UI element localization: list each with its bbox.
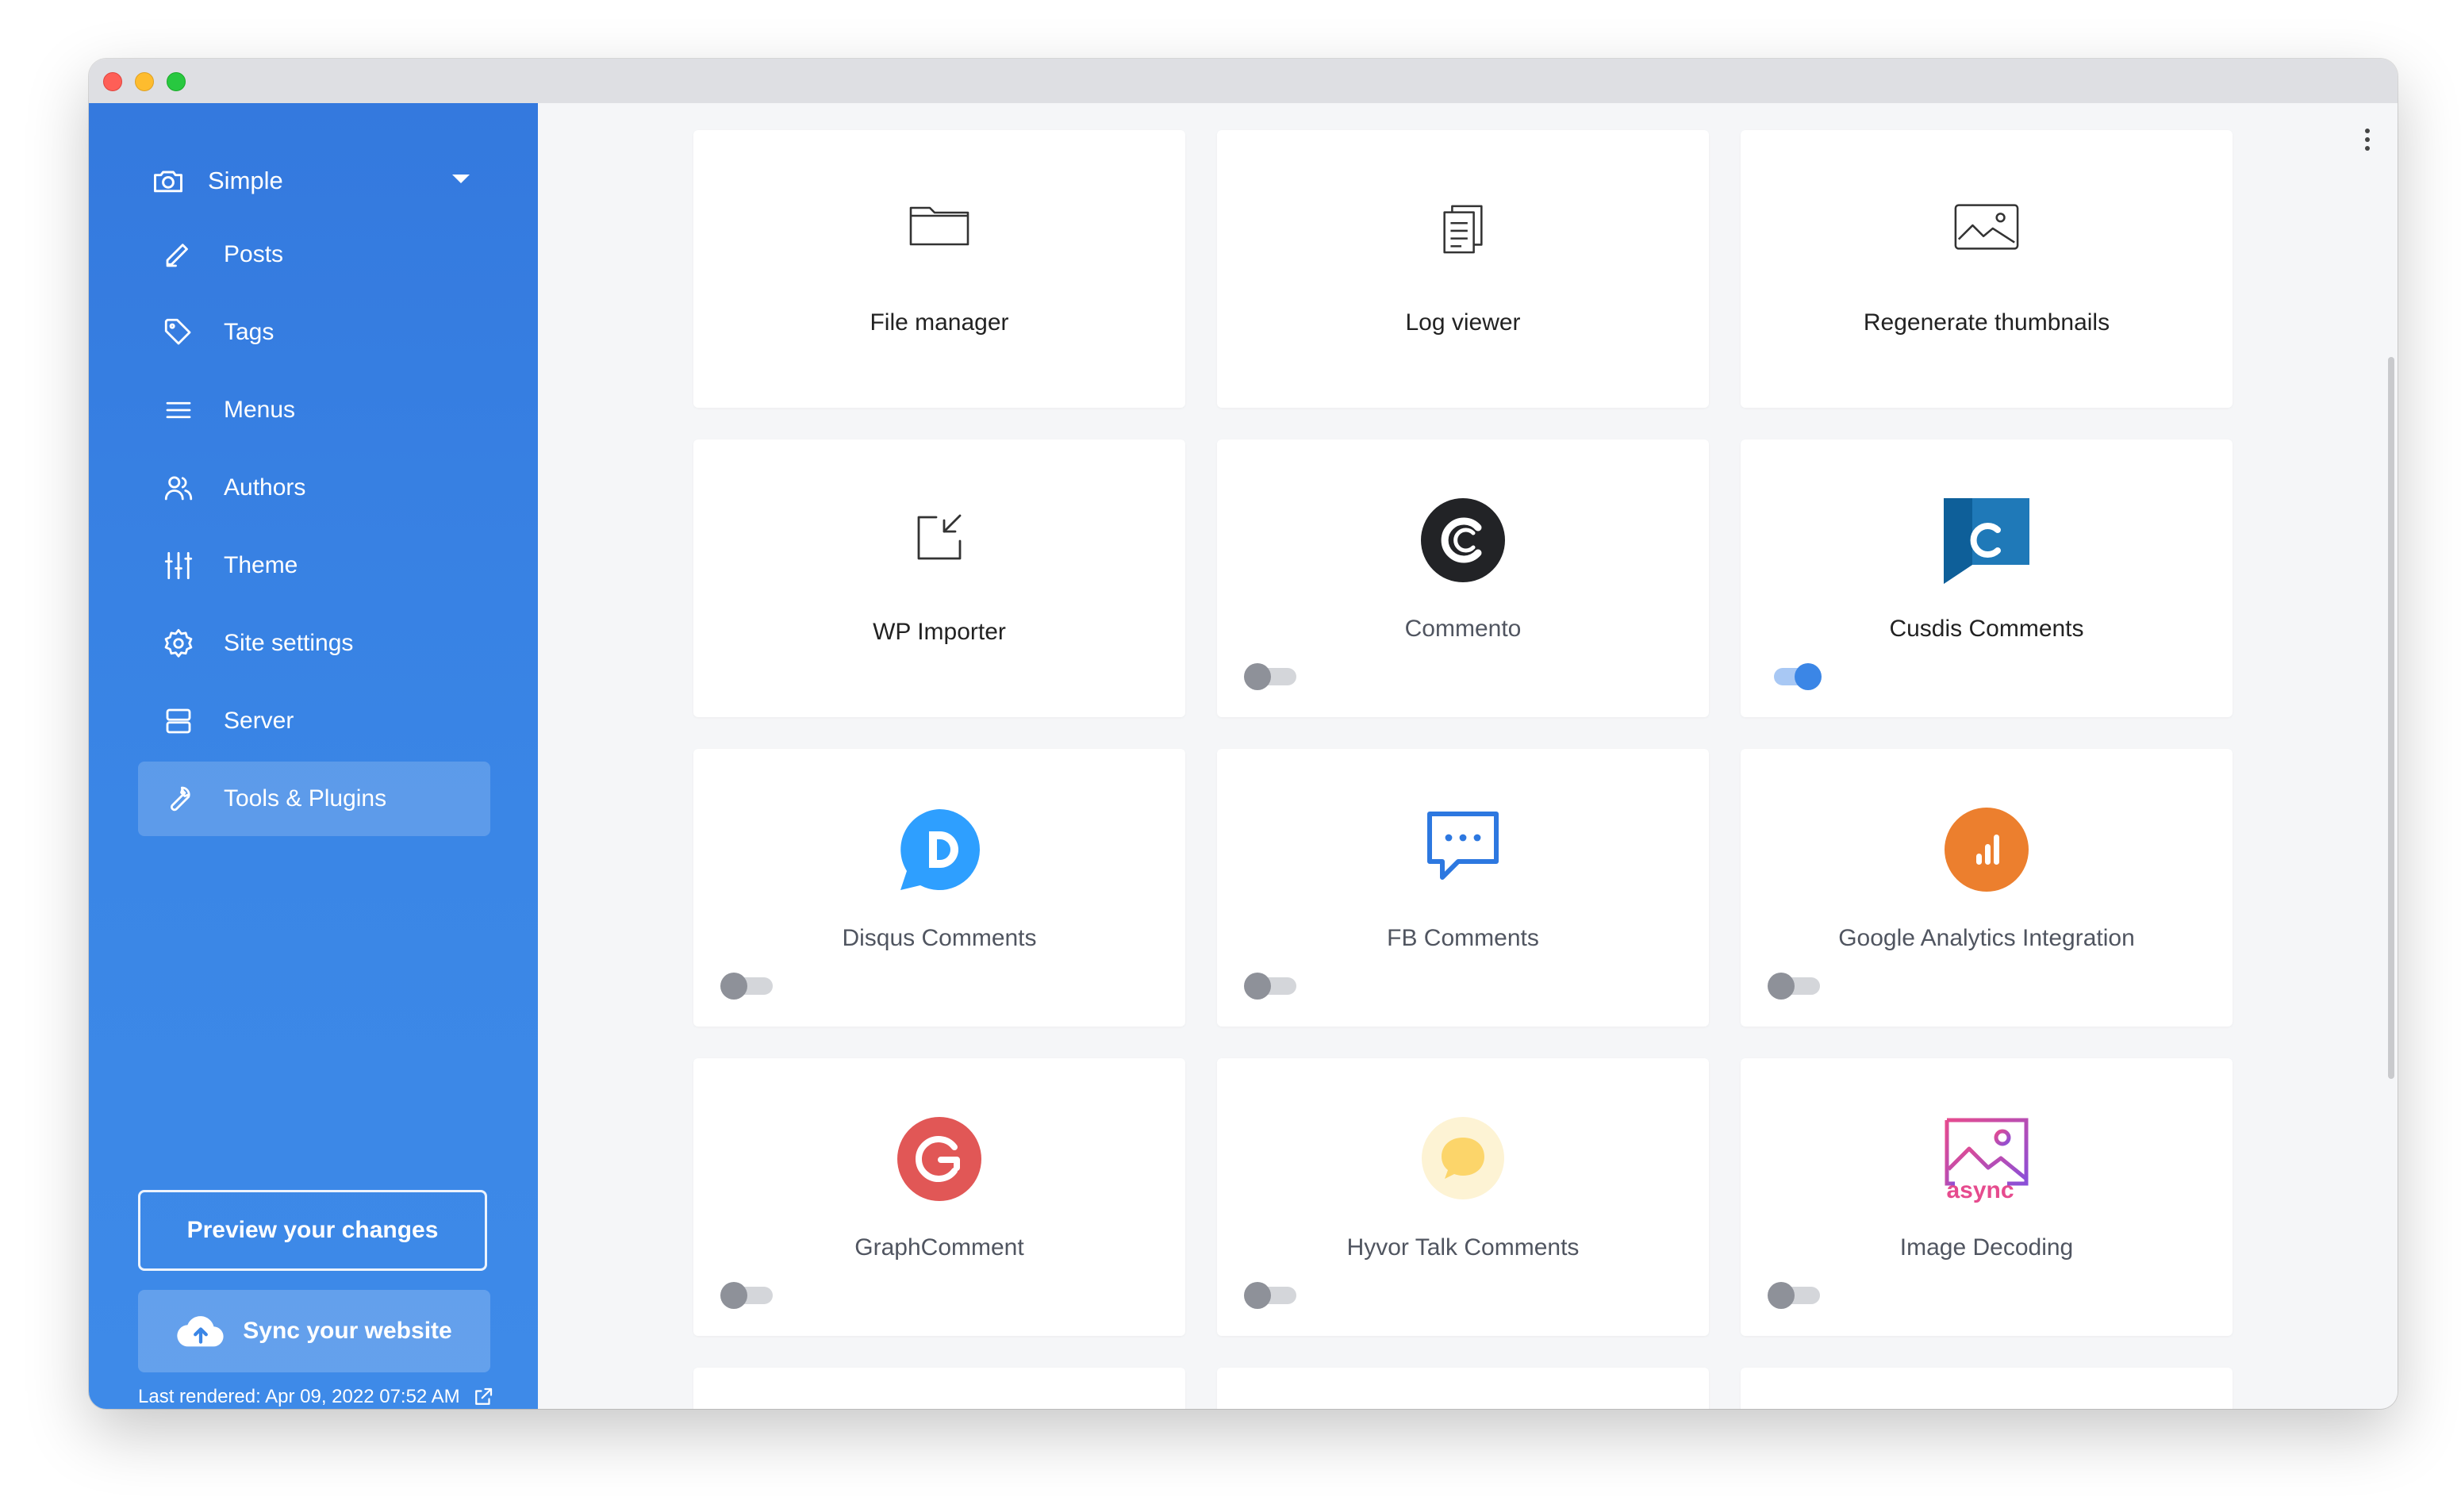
sidebar-item-menus[interactable]: Menus [138,373,490,447]
chat-bubble-icon [1427,812,1499,880]
disqus-logo-icon [900,809,980,890]
plugin-card-google-analytics[interactable]: Google Analytics Integration [1741,749,2233,1027]
pencil-icon [166,244,188,267]
sync-label: Sync your website [243,1318,452,1344]
plugin-toggle[interactable] [1244,1282,1296,1309]
sidebar: Simple Posts Tags Menus Authors Theme Si… [89,103,538,1409]
sync-website-button[interactable]: Sync your website [138,1290,490,1372]
zoom-window-button[interactable] [167,72,186,91]
graphcomment-logo-icon [897,1117,981,1201]
cusdis-logo-icon [1944,498,2029,584]
scrollbar[interactable] [2388,357,2394,1079]
plugin-card-commento[interactable]: Commento [1217,439,1709,717]
plugin-card-partial[interactable] [1741,1368,2233,1409]
title-bar [89,59,2398,104]
plugin-toggle[interactable] [720,973,773,1000]
gear-icon [164,628,193,658]
plugin-title: Disqus Comments [842,925,1037,951]
image-icon [1954,204,2019,250]
plugin-card-image-decoding[interactable]: async Image Decoding [1741,1058,2233,1336]
async-image-icon: async [1945,1118,2029,1203]
hyvor-logo-icon [1422,1117,1504,1199]
site-name: Simple [208,167,283,194]
sidebar-item-label: Tags [224,319,275,345]
wrench-icon [171,786,190,812]
plugin-title: Google Analytics Integration [1838,925,2135,951]
last-rendered-text: Last rendered: Apr 09, 2022 07:52 AM [138,1386,460,1407]
cloud-upload-icon [177,1316,224,1347]
tool-title: File manager [870,309,1009,336]
chevron-down-icon [452,175,470,183]
plugin-title: Hyvor Talk Comments [1346,1234,1580,1261]
plugin-toggle[interactable] [720,1282,773,1309]
folder-icon [909,206,969,246]
sidebar-item-label: Site settings [224,630,354,656]
plugin-card-disqus-comments[interactable]: Disqus Comments [693,749,1185,1027]
server-icon [166,708,191,734]
tools-grid: File manager Log viewer Regenerate thumb… [693,130,2233,1409]
svg-text:async: async [1946,1177,2014,1203]
tool-card-regenerate-thumbnails[interactable]: Regenerate thumbnails [1741,130,2233,408]
plugin-title: Commento [1404,616,1522,642]
app-window: Simple Posts Tags Menus Authors Theme Si… [89,59,2398,1409]
sidebar-item-label: Authors [224,474,306,501]
document-icon [1443,205,1483,254]
tool-title: Regenerate thumbnails [1863,309,2110,336]
camera-icon [154,171,182,193]
plugin-toggle[interactable] [1244,973,1296,1000]
external-link-icon[interactable] [471,1385,495,1409]
site-switcher[interactable]: Simple [151,159,470,203]
last-rendered: Last rendered: Apr 09, 2022 07:52 AM [138,1385,495,1409]
sidebar-item-tools-plugins[interactable]: Tools & Plugins [138,762,490,836]
analytics-logo-icon [1945,808,2029,892]
plugin-card-fb-comments[interactable]: FB Comments [1217,749,1709,1027]
plugin-toggle[interactable] [1768,663,1822,690]
sidebar-nav: Posts Tags Menus Authors Theme Site sett… [138,217,490,839]
sidebar-item-label: Posts [224,241,284,267]
plugin-card-hyvor-talk[interactable]: Hyvor Talk Comments [1217,1058,1709,1336]
tool-card-wp-importer[interactable]: WP Importer [693,439,1185,717]
preview-changes-button[interactable]: Preview your changes [138,1190,487,1271]
users-icon [164,476,193,501]
sidebar-item-label: Server [224,708,294,734]
plugin-title: GraphComment [854,1234,1024,1261]
plugin-card-graphcomment[interactable]: GraphComment [693,1058,1185,1336]
tool-title: Log viewer [1405,309,1521,336]
sidebar-item-label: Menus [224,397,296,423]
tool-card-log-viewer[interactable]: Log viewer [1217,130,1709,408]
tag-icon [164,318,191,345]
menu-icon [166,401,191,419]
plugin-toggle[interactable] [1244,663,1296,690]
sidebar-item-server[interactable]: Server [138,684,490,758]
plugin-card-cusdis-comments[interactable]: Cusdis Comments [1741,439,2233,717]
plugin-title: Cusdis Comments [1889,616,2084,642]
plugin-card-partial[interactable] [1217,1368,1709,1409]
sliders-icon [164,551,193,580]
tool-card-file-manager[interactable]: File manager [693,130,1185,408]
sidebar-item-label: Theme [224,552,298,578]
minimize-window-button[interactable] [135,72,154,91]
plugin-toggle[interactable] [1768,973,1820,1000]
import-icon [917,514,962,560]
sidebar-item-label: Tools & Plugins [224,785,387,812]
plugin-title: FB Comments [1387,925,1539,951]
sidebar-item-tags[interactable]: Tags [138,295,490,370]
sidebar-item-theme[interactable]: Theme [138,528,490,603]
sidebar-item-posts[interactable]: Posts [138,217,490,292]
sidebar-item-site-settings[interactable]: Site settings [138,606,490,681]
more-options-icon[interactable] [2363,129,2372,157]
plugin-card-partial[interactable] [693,1368,1185,1409]
commento-logo-icon [1421,498,1505,582]
tool-title: WP Importer [873,619,1006,645]
main-content: File manager Log viewer Regenerate thumb… [538,103,2398,1409]
close-window-button[interactable] [103,72,122,91]
plugin-toggle[interactable] [1768,1282,1820,1309]
sidebar-item-authors[interactable]: Authors [138,451,490,525]
plugin-title: Image Decoding [1899,1234,2074,1261]
